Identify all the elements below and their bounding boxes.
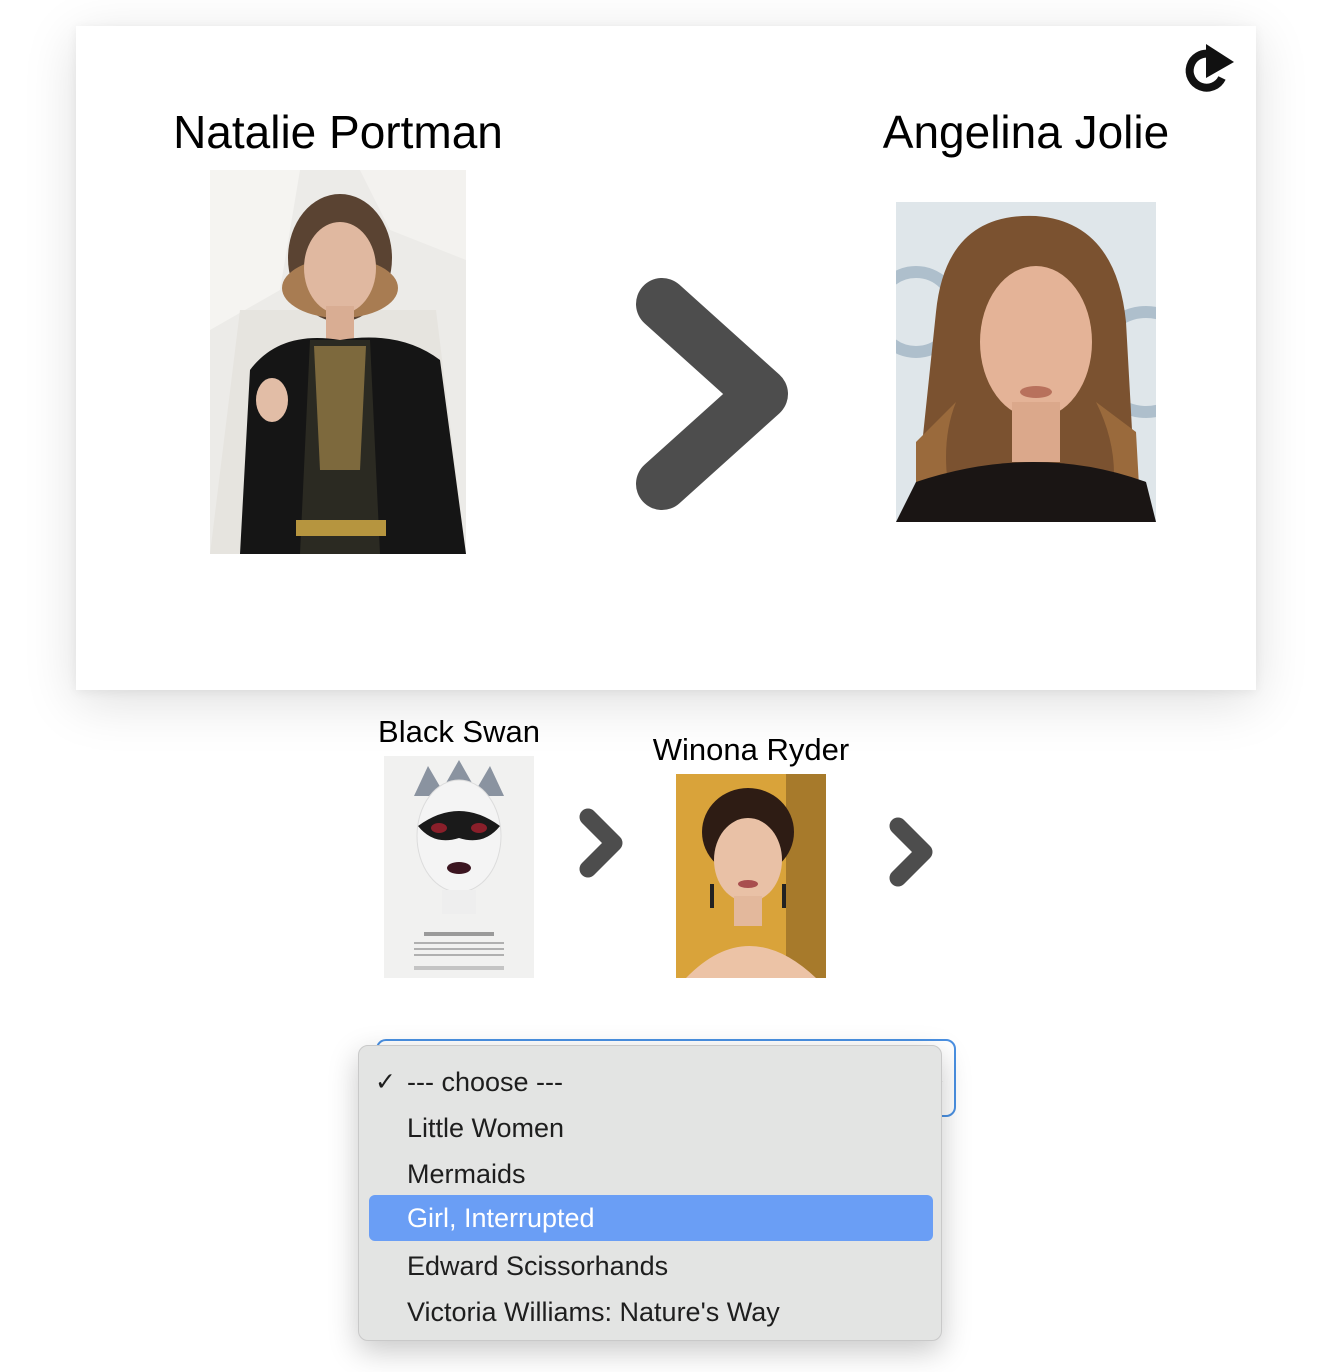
option-label: --- choose --- bbox=[407, 1067, 564, 1097]
chain-movie-label: Black Swan bbox=[378, 714, 540, 749]
target-actor-name: Angelina Jolie bbox=[882, 106, 1170, 158]
chain-actor-photo[interactable] bbox=[676, 774, 826, 978]
option-label: Girl, Interrupted bbox=[407, 1203, 595, 1233]
option-label: Edward Scissorhands bbox=[407, 1251, 669, 1281]
chevron-right-icon bbox=[576, 805, 626, 881]
select-option[interactable]: ✓ --- choose --- bbox=[369, 1059, 933, 1105]
reload-icon[interactable] bbox=[1176, 42, 1236, 96]
game-card: Natalie Portman Angelina Jolie bbox=[76, 26, 1256, 690]
start-actor-photo[interactable] bbox=[210, 170, 466, 554]
page: Natalie Portman Angelina Jolie Black Swa… bbox=[0, 0, 1326, 1372]
chain-actor-label: Winona Ryder bbox=[652, 732, 850, 767]
select-option[interactable]: Edward Scissorhands bbox=[369, 1243, 933, 1289]
start-actor-name: Natalie Portman bbox=[173, 106, 503, 158]
option-label: Mermaids bbox=[407, 1159, 526, 1189]
chevron-right-icon bbox=[886, 814, 936, 890]
select-dropdown: ✓ --- choose --- Little Women Mermaids G… bbox=[358, 1045, 942, 1341]
select-option[interactable]: Little Women bbox=[369, 1105, 933, 1151]
checkmark-icon: ✓ bbox=[375, 1068, 396, 1096]
option-label: Victoria Williams: Nature's Way bbox=[407, 1297, 780, 1327]
chevron-right-icon bbox=[632, 274, 792, 514]
target-actor-photo[interactable] bbox=[896, 202, 1156, 522]
option-label: Little Women bbox=[407, 1113, 565, 1143]
select-option[interactable]: Mermaids bbox=[369, 1151, 933, 1197]
select-option-highlighted[interactable]: Girl, Interrupted bbox=[369, 1195, 933, 1241]
movie-poster[interactable] bbox=[384, 756, 534, 978]
select-option[interactable]: Victoria Williams: Nature's Way bbox=[369, 1289, 933, 1335]
